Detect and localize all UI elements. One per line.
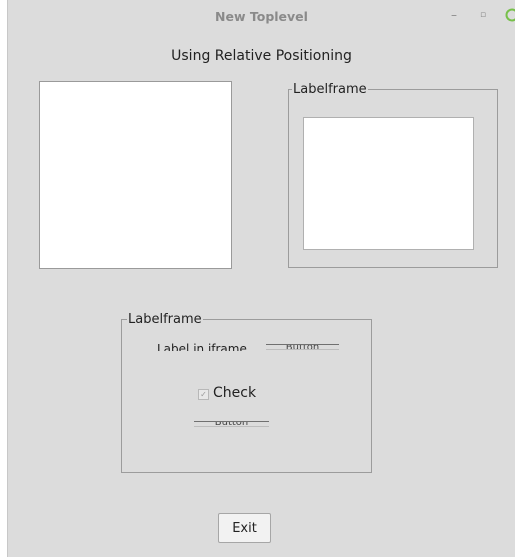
left-canvas[interactable]: [39, 81, 232, 269]
window-title: New Toplevel: [215, 9, 308, 24]
toplevel-window: New Toplevel – ▫ Using Relative Position…: [7, 0, 515, 557]
exit-button[interactable]: Exit: [218, 513, 271, 543]
labelframe-top-canvas[interactable]: [303, 117, 474, 250]
heading-label: Using Relative Positioning: [171, 48, 352, 64]
iframe-button-bottom[interactable]: Button: [194, 421, 269, 427]
iframe-label: Label in iframe: [157, 342, 247, 351]
title-bar[interactable]: New Toplevel – ▫: [8, 0, 515, 34]
labelframe-top-label: Labelframe: [292, 82, 368, 97]
checkbox-icon[interactable]: ✓: [198, 389, 209, 400]
iframe-button-top[interactable]: Button: [266, 344, 339, 350]
close-icon[interactable]: [505, 8, 515, 22]
labelframe-bottom-label: Labelframe: [127, 312, 203, 327]
minimize-icon[interactable]: –: [447, 8, 461, 22]
labelframe-top: Labelframe: [288, 82, 498, 268]
maximize-icon[interactable]: ▫: [476, 8, 490, 22]
check-label: Check: [213, 385, 257, 401]
